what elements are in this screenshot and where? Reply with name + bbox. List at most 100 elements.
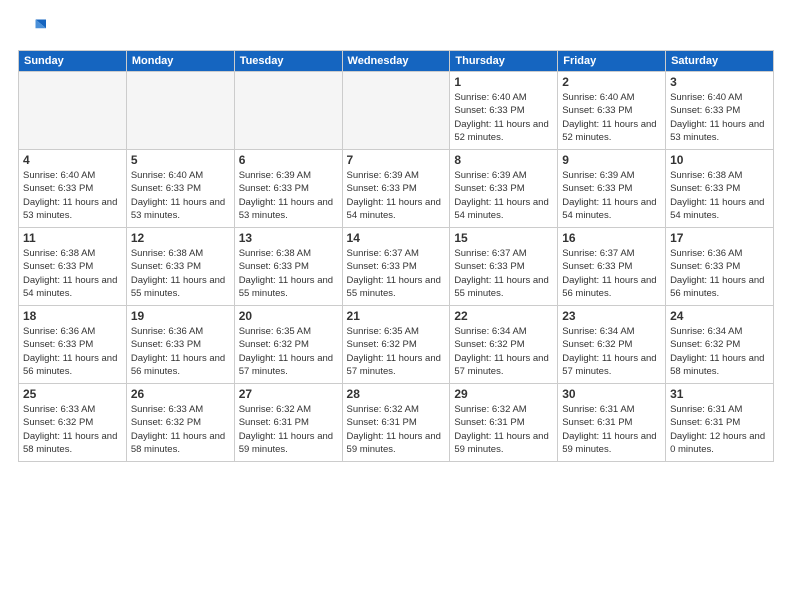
calendar-cell: 10 Sunrise: 6:38 AM Sunset: 6:33 PM Dayli… [666, 150, 774, 228]
day-info: Sunrise: 6:34 AM Sunset: 6:32 PM Dayligh… [454, 325, 553, 378]
calendar-cell: 4 Sunrise: 6:40 AM Sunset: 6:33 PM Daylig… [19, 150, 127, 228]
day-number: 24 [670, 309, 769, 323]
day-info: Sunrise: 6:40 AM Sunset: 6:33 PM Dayligh… [670, 91, 769, 144]
day-info: Sunrise: 6:39 AM Sunset: 6:33 PM Dayligh… [347, 169, 446, 222]
day-info: Sunrise: 6:38 AM Sunset: 6:33 PM Dayligh… [239, 247, 338, 300]
logo [18, 16, 50, 44]
calendar-header-saturday: Saturday [666, 51, 774, 72]
day-number: 31 [670, 387, 769, 401]
day-info: Sunrise: 6:36 AM Sunset: 6:33 PM Dayligh… [670, 247, 769, 300]
day-info: Sunrise: 6:39 AM Sunset: 6:33 PM Dayligh… [454, 169, 553, 222]
day-info: Sunrise: 6:37 AM Sunset: 6:33 PM Dayligh… [347, 247, 446, 300]
day-number: 27 [239, 387, 338, 401]
day-number: 23 [562, 309, 661, 323]
day-number: 29 [454, 387, 553, 401]
calendar-cell: 23 Sunrise: 6:34 AM Sunset: 6:32 PM Dayli… [558, 306, 666, 384]
day-number: 1 [454, 75, 553, 89]
calendar-cell: 3 Sunrise: 6:40 AM Sunset: 6:33 PM Daylig… [666, 72, 774, 150]
calendar-cell: 24 Sunrise: 6:34 AM Sunset: 6:32 PM Dayli… [666, 306, 774, 384]
day-number: 10 [670, 153, 769, 167]
day-info: Sunrise: 6:32 AM Sunset: 6:31 PM Dayligh… [454, 403, 553, 456]
day-number: 5 [131, 153, 230, 167]
calendar-cell [126, 72, 234, 150]
day-info: Sunrise: 6:31 AM Sunset: 6:31 PM Dayligh… [670, 403, 769, 456]
day-info: Sunrise: 6:38 AM Sunset: 6:33 PM Dayligh… [131, 247, 230, 300]
week-row-1: 1 Sunrise: 6:40 AM Sunset: 6:33 PM Daylig… [19, 72, 774, 150]
day-info: Sunrise: 6:35 AM Sunset: 6:32 PM Dayligh… [239, 325, 338, 378]
day-info: Sunrise: 6:33 AM Sunset: 6:32 PM Dayligh… [131, 403, 230, 456]
calendar-cell [342, 72, 450, 150]
day-number: 13 [239, 231, 338, 245]
day-info: Sunrise: 6:34 AM Sunset: 6:32 PM Dayligh… [670, 325, 769, 378]
calendar-cell: 28 Sunrise: 6:32 AM Sunset: 6:31 PM Dayli… [342, 384, 450, 462]
calendar-cell: 21 Sunrise: 6:35 AM Sunset: 6:32 PM Dayli… [342, 306, 450, 384]
day-number: 8 [454, 153, 553, 167]
calendar-cell: 17 Sunrise: 6:36 AM Sunset: 6:33 PM Dayli… [666, 228, 774, 306]
calendar-cell: 11 Sunrise: 6:38 AM Sunset: 6:33 PM Dayli… [19, 228, 127, 306]
day-number: 18 [23, 309, 122, 323]
day-info: Sunrise: 6:31 AM Sunset: 6:31 PM Dayligh… [562, 403, 661, 456]
day-number: 12 [131, 231, 230, 245]
calendar-cell: 22Sunrise: 6:34 AM Sunset: 6:32 PM Dayli… [450, 306, 558, 384]
calendar-cell: 16 Sunrise: 6:37 AM Sunset: 6:33 PM Dayli… [558, 228, 666, 306]
calendar-cell: 27 Sunrise: 6:32 AM Sunset: 6:31 PM Dayli… [234, 384, 342, 462]
calendar-cell: 6Sunrise: 6:39 AM Sunset: 6:33 PM Daylig… [234, 150, 342, 228]
calendar-cell: 13 Sunrise: 6:38 AM Sunset: 6:33 PM Dayli… [234, 228, 342, 306]
day-number: 11 [23, 231, 122, 245]
day-info: Sunrise: 6:40 AM Sunset: 6:33 PM Dayligh… [131, 169, 230, 222]
day-info: Sunrise: 6:38 AM Sunset: 6:33 PM Dayligh… [23, 247, 122, 300]
day-number: 3 [670, 75, 769, 89]
calendar-header-friday: Friday [558, 51, 666, 72]
day-number: 15 [454, 231, 553, 245]
calendar-cell: 26 Sunrise: 6:33 AM Sunset: 6:32 PM Dayli… [126, 384, 234, 462]
day-info: Sunrise: 6:40 AM Sunset: 6:33 PM Dayligh… [562, 91, 661, 144]
day-info: Sunrise: 6:33 AM Sunset: 6:32 PM Dayligh… [23, 403, 122, 456]
week-row-5: 25Sunrise: 6:33 AM Sunset: 6:32 PM Dayli… [19, 384, 774, 462]
day-info: Sunrise: 6:40 AM Sunset: 6:33 PM Dayligh… [23, 169, 122, 222]
day-info: Sunrise: 6:35 AM Sunset: 6:32 PM Dayligh… [347, 325, 446, 378]
day-info: Sunrise: 6:36 AM Sunset: 6:33 PM Dayligh… [131, 325, 230, 378]
calendar-cell: 19 Sunrise: 6:36 AM Sunset: 6:33 PM Dayli… [126, 306, 234, 384]
week-row-2: 4 Sunrise: 6:40 AM Sunset: 6:33 PM Daylig… [19, 150, 774, 228]
calendar-cell: 15 Sunrise: 6:37 AM Sunset: 6:33 PM Dayli… [450, 228, 558, 306]
calendar-header-wednesday: Wednesday [342, 51, 450, 72]
day-number: 6 [239, 153, 338, 167]
day-info: Sunrise: 6:37 AM Sunset: 6:33 PM Dayligh… [454, 247, 553, 300]
day-number: 28 [347, 387, 446, 401]
calendar-cell [234, 72, 342, 150]
calendar-cell: 18 Sunrise: 6:36 AM Sunset: 6:33 PM Dayli… [19, 306, 127, 384]
day-number: 14 [347, 231, 446, 245]
day-number: 17 [670, 231, 769, 245]
calendar-cell: 30 Sunrise: 6:31 AM Sunset: 6:31 PM Dayli… [558, 384, 666, 462]
day-number: 21 [347, 309, 446, 323]
calendar-cell: 20 Sunrise: 6:35 AM Sunset: 6:32 PM Dayli… [234, 306, 342, 384]
calendar-header-thursday: Thursday [450, 51, 558, 72]
day-number: 30 [562, 387, 661, 401]
day-number: 20 [239, 309, 338, 323]
day-number: 7 [347, 153, 446, 167]
day-info: Sunrise: 6:37 AM Sunset: 6:33 PM Dayligh… [562, 247, 661, 300]
calendar-header-monday: Monday [126, 51, 234, 72]
day-info: Sunrise: 6:32 AM Sunset: 6:31 PM Dayligh… [347, 403, 446, 456]
calendar-cell: 8 Sunrise: 6:39 AM Sunset: 6:33 PM Daylig… [450, 150, 558, 228]
calendar-header-tuesday: Tuesday [234, 51, 342, 72]
day-number: 9 [562, 153, 661, 167]
day-info: Sunrise: 6:36 AM Sunset: 6:33 PM Dayligh… [23, 325, 122, 378]
day-info: Sunrise: 6:39 AM Sunset: 6:33 PM Dayligh… [562, 169, 661, 222]
calendar-cell: 12 Sunrise: 6:38 AM Sunset: 6:33 PM Dayli… [126, 228, 234, 306]
day-number: 16 [562, 231, 661, 245]
calendar-cell: 14 Sunrise: 6:37 AM Sunset: 6:33 PM Dayli… [342, 228, 450, 306]
day-info: Sunrise: 6:38 AM Sunset: 6:33 PM Dayligh… [670, 169, 769, 222]
day-info: Sunrise: 6:32 AM Sunset: 6:31 PM Dayligh… [239, 403, 338, 456]
calendar-cell: 5 Sunrise: 6:40 AM Sunset: 6:33 PM Daylig… [126, 150, 234, 228]
day-number: 4 [23, 153, 122, 167]
day-number: 19 [131, 309, 230, 323]
calendar-cell: 31 Sunrise: 6:31 AM Sunset: 6:31 PM Dayli… [666, 384, 774, 462]
day-info: Sunrise: 6:40 AM Sunset: 6:33 PM Dayligh… [454, 91, 553, 144]
day-info: Sunrise: 6:34 AM Sunset: 6:32 PM Dayligh… [562, 325, 661, 378]
calendar-cell [19, 72, 127, 150]
calendar-cell: 7 Sunrise: 6:39 AM Sunset: 6:33 PM Daylig… [342, 150, 450, 228]
calendar-cell: 25Sunrise: 6:33 AM Sunset: 6:32 PM Dayli… [19, 384, 127, 462]
week-row-3: 11 Sunrise: 6:38 AM Sunset: 6:33 PM Dayli… [19, 228, 774, 306]
day-number: 26 [131, 387, 230, 401]
